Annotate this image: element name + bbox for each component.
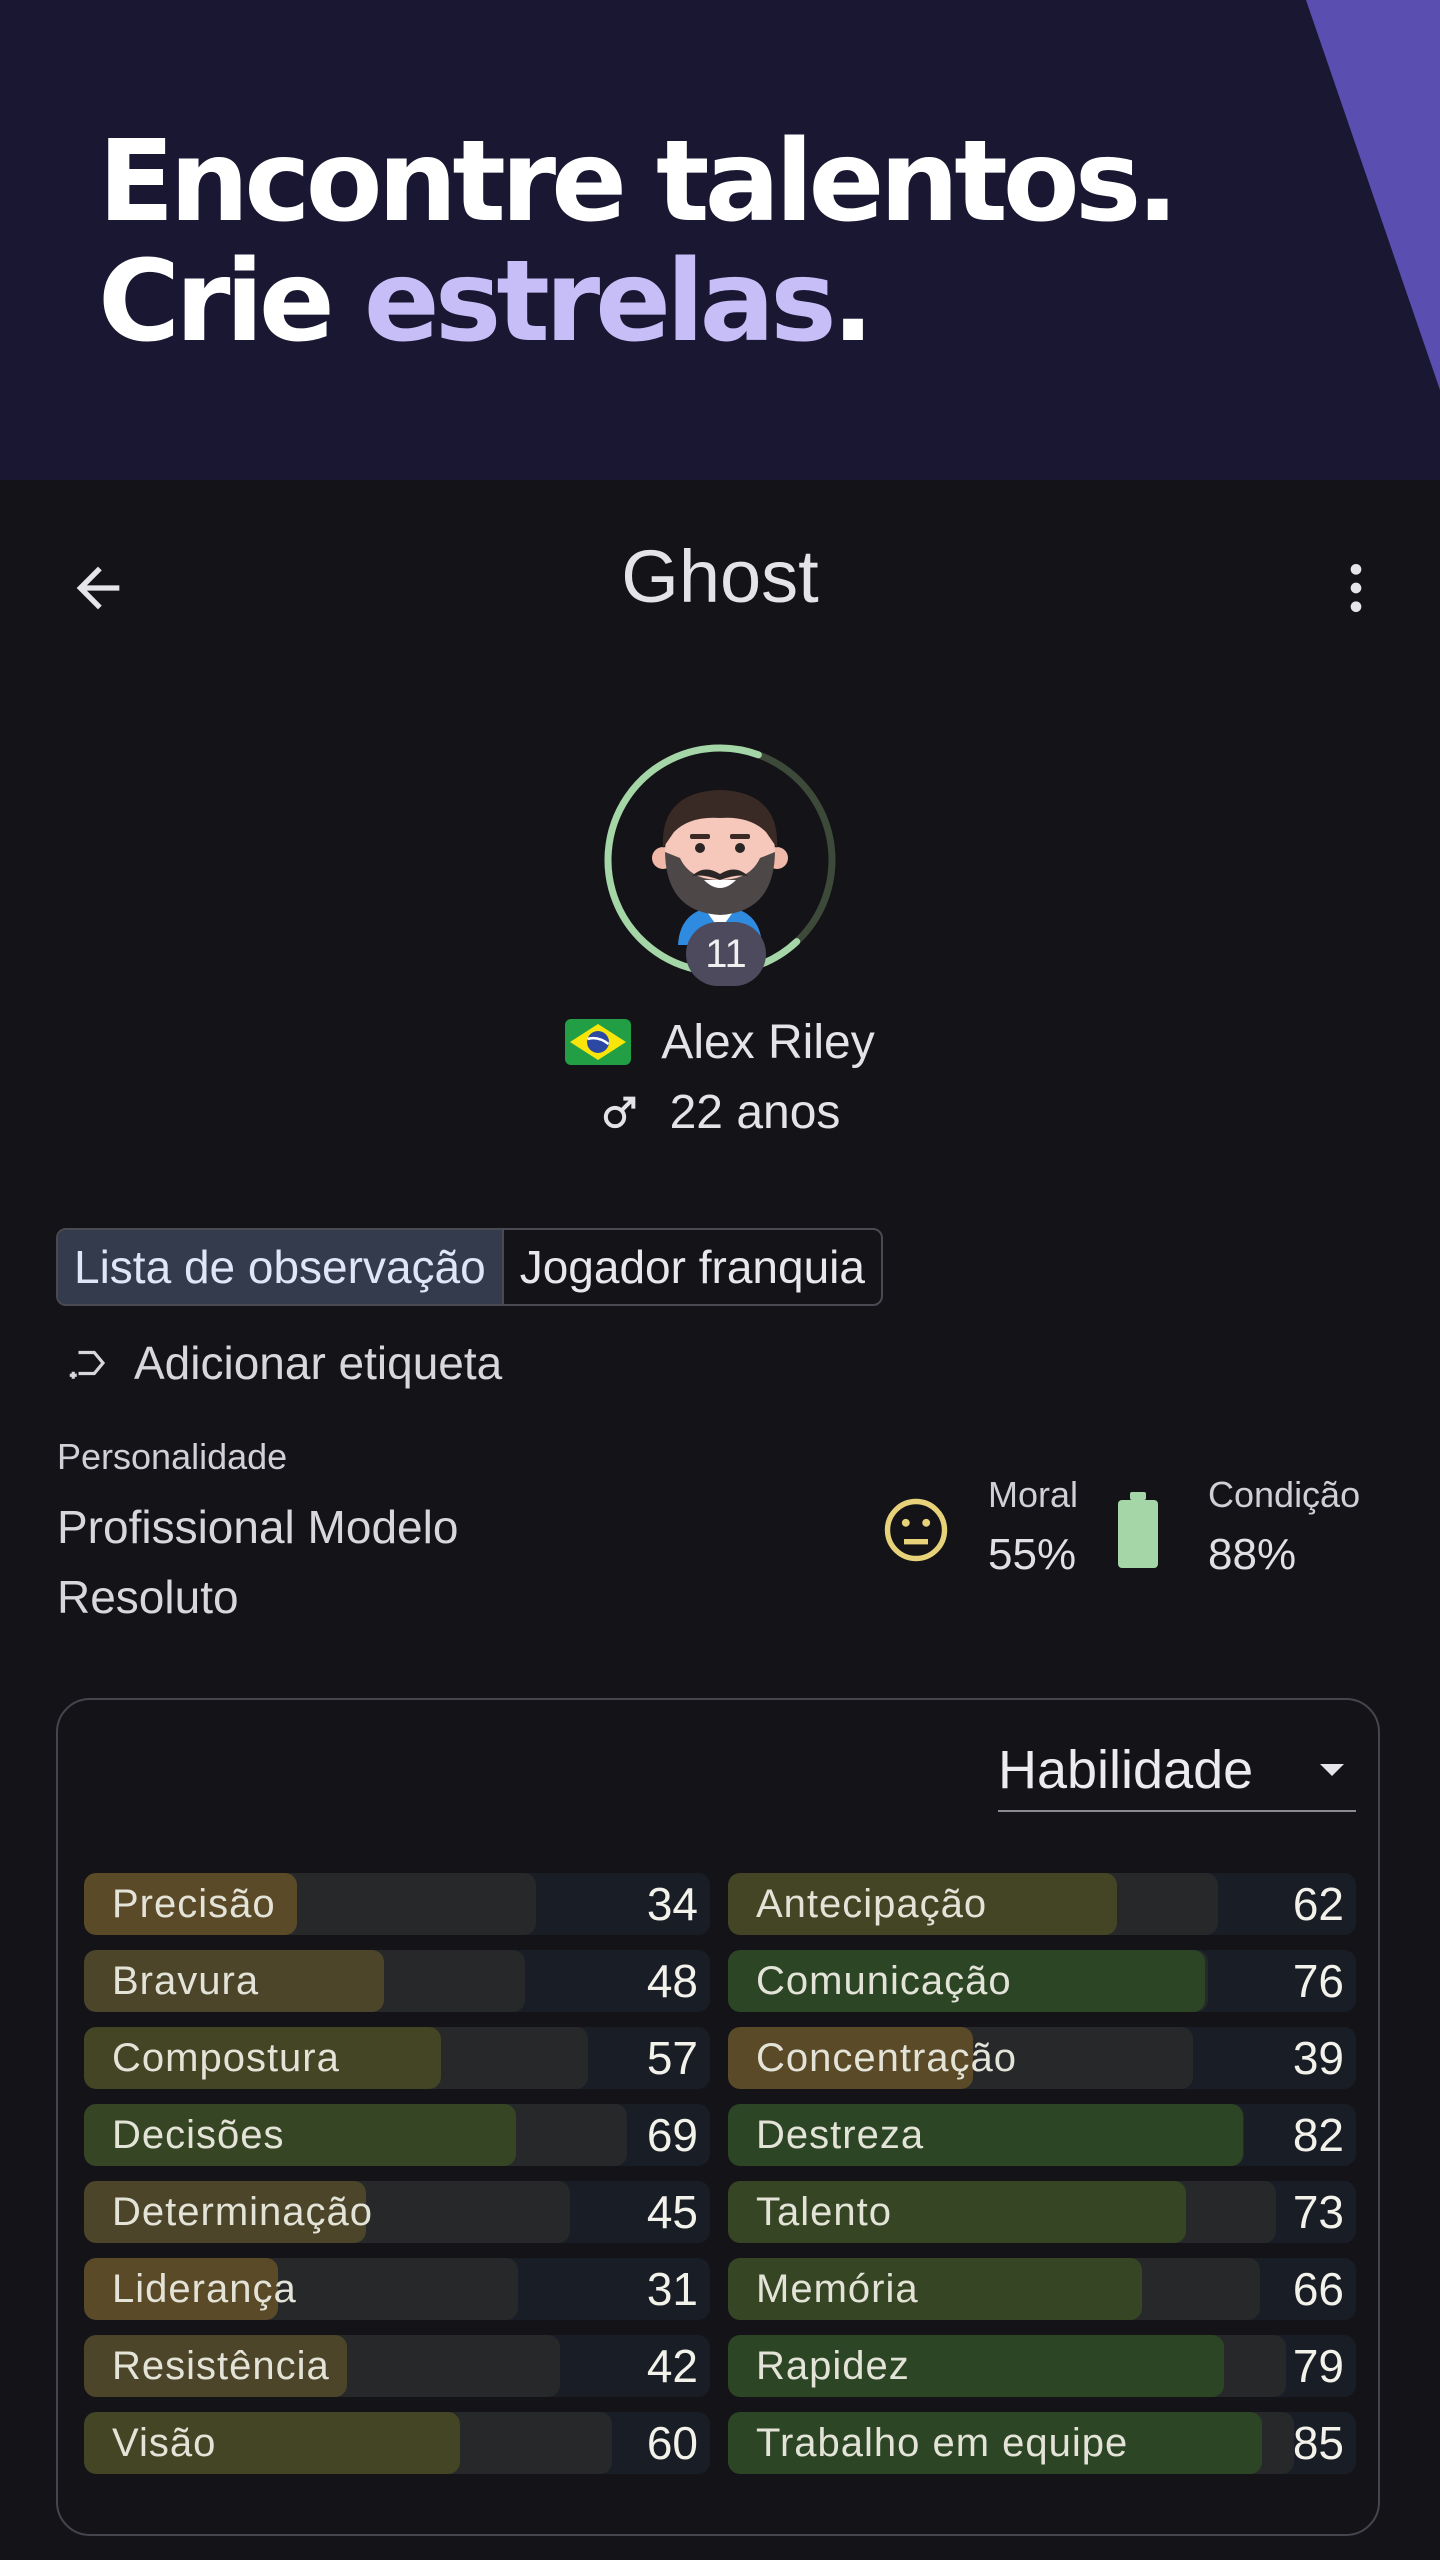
attribute-value: 79 [1292, 2340, 1344, 2392]
attribute-row[interactable]: Destreza 82 [728, 2104, 1356, 2166]
neutral-face-icon [884, 1498, 948, 1562]
attribute-value: 48 [646, 1955, 698, 2007]
dropdown-selected-value: Habilidade [998, 1740, 1254, 1800]
banner-line-1: Encontre talentos. [98, 117, 1179, 247]
banner-line-2-prefix: Crie [98, 237, 364, 367]
more-options-button[interactable] [1306, 538, 1406, 638]
attribute-row[interactable]: Rapidez 79 [728, 2335, 1356, 2397]
personality-label: Personalidade [57, 1436, 288, 1477]
promo-banner: Encontre talentos. Crie estrelas. [0, 0, 1440, 480]
add-tag-label: Adicionar etiqueta [134, 1337, 503, 1389]
player-age: 22 anos [669, 1085, 841, 1139]
more-vertical-icon [1350, 564, 1362, 612]
attribute-value: 60 [646, 2417, 698, 2469]
condition-label: Condição [1208, 1474, 1361, 1515]
attribute-value: 45 [646, 2186, 698, 2238]
attribute-name: Concentração [756, 2036, 1018, 2080]
page-title: Ghost [621, 535, 819, 618]
personality-value: Profissional Modelo Resoluto [57, 1501, 459, 1623]
moral-value: 55% [988, 1530, 1077, 1579]
attribute-name: Decisões [112, 2113, 285, 2157]
attribute-name: Resistência [112, 2344, 330, 2388]
attribute-row[interactable]: Determinação 45 [84, 2181, 710, 2243]
male-symbol-icon [603, 1096, 635, 1129]
attribute-name: Determinação [112, 2190, 374, 2234]
attribute-value: 34 [646, 1878, 698, 1930]
attribute-name: Destreza [756, 2113, 925, 2157]
attribute-value: 39 [1292, 2032, 1344, 2084]
add-label-icon [69, 1350, 106, 1379]
attribute-value: 31 [646, 2263, 698, 2315]
banner-line-2-suffix: . [831, 237, 874, 367]
attribute-name: Comunicação [756, 1959, 1012, 2003]
player-name: Alex Riley [661, 1015, 875, 1069]
attribute-value: 73 [1292, 2186, 1344, 2238]
attribute-row[interactable]: Trabalho em equipe 85 [728, 2412, 1356, 2474]
attribute-value: 57 [646, 2032, 698, 2084]
attribute-row[interactable]: Decisões 69 [84, 2104, 710, 2166]
attribute-name: Precisão [112, 1882, 276, 1926]
attribute-value: 66 [1292, 2263, 1344, 2315]
shirt-number-badge: 11 [686, 922, 766, 986]
attribute-name: Bravura [112, 1959, 260, 2003]
attribute-row[interactable]: Precisão 34 [84, 1873, 710, 1935]
attribute-name: Liderança [112, 2267, 297, 2311]
attribute-value: 76 [1292, 1955, 1344, 2007]
attribute-name: Visão [112, 2421, 217, 2465]
tag-chip-group: Lista de observação Jogador franquia [56, 1228, 883, 1306]
attribute-value: 42 [646, 2340, 698, 2392]
attribute-name: Compostura [112, 2036, 340, 2080]
tag-franchise-player[interactable]: Jogador franquia [504, 1230, 881, 1304]
banner-line-2-accent: estrelas [363, 237, 837, 367]
attribute-category-dropdown[interactable]: Habilidade [998, 1730, 1356, 1812]
attribute-row[interactable]: Bravura 48 [84, 1950, 710, 2012]
player-age-row: 22 anos [0, 1080, 1440, 1144]
attribute-value: 85 [1292, 2417, 1344, 2469]
attribute-row[interactable]: Talento 73 [728, 2181, 1356, 2243]
add-tag-button[interactable]: Adicionar etiqueta [68, 1330, 502, 1396]
tag-watchlist[interactable]: Lista de observação [58, 1230, 504, 1304]
avatar-progress-ring [716, 744, 762, 759]
battery-icon [1118, 1492, 1158, 1568]
attribute-row[interactable]: Comunicação 76 [728, 1950, 1356, 2012]
attribute-name: Memória [756, 2267, 919, 2311]
attribute-value: 69 [646, 2109, 698, 2161]
player-name-row: Alex Riley [0, 1010, 1440, 1074]
dropdown-arrow-icon [1320, 1764, 1344, 1776]
attribute-row[interactable]: Compostura 57 [84, 2027, 710, 2089]
attribute-name: Rapidez [756, 2344, 910, 2388]
attribute-name: Talento [756, 2190, 892, 2234]
attribute-row[interactable]: Visão 60 [84, 2412, 710, 2474]
attribute-row[interactable]: Antecipação 62 [728, 1873, 1356, 1935]
attribute-row[interactable]: Memória 66 [728, 2258, 1356, 2320]
attribute-row[interactable]: Resistência 42 [84, 2335, 710, 2397]
attribute-name: Trabalho em equipe [756, 2421, 1129, 2465]
attribute-row[interactable]: Concentração 39 [728, 2027, 1356, 2089]
moral-label: Moral [988, 1474, 1079, 1515]
attribute-name: Antecipação [756, 1882, 988, 1926]
banner-headline: Encontre talentos. Crie estrelas. [98, 122, 1179, 362]
attribute-value: 62 [1292, 1878, 1344, 1930]
attribute-value: 82 [1292, 2109, 1344, 2161]
attribute-row[interactable]: Liderança 31 [84, 2258, 710, 2320]
condition-value: 88% [1208, 1530, 1297, 1579]
brazil-flag-icon [565, 1019, 632, 1065]
